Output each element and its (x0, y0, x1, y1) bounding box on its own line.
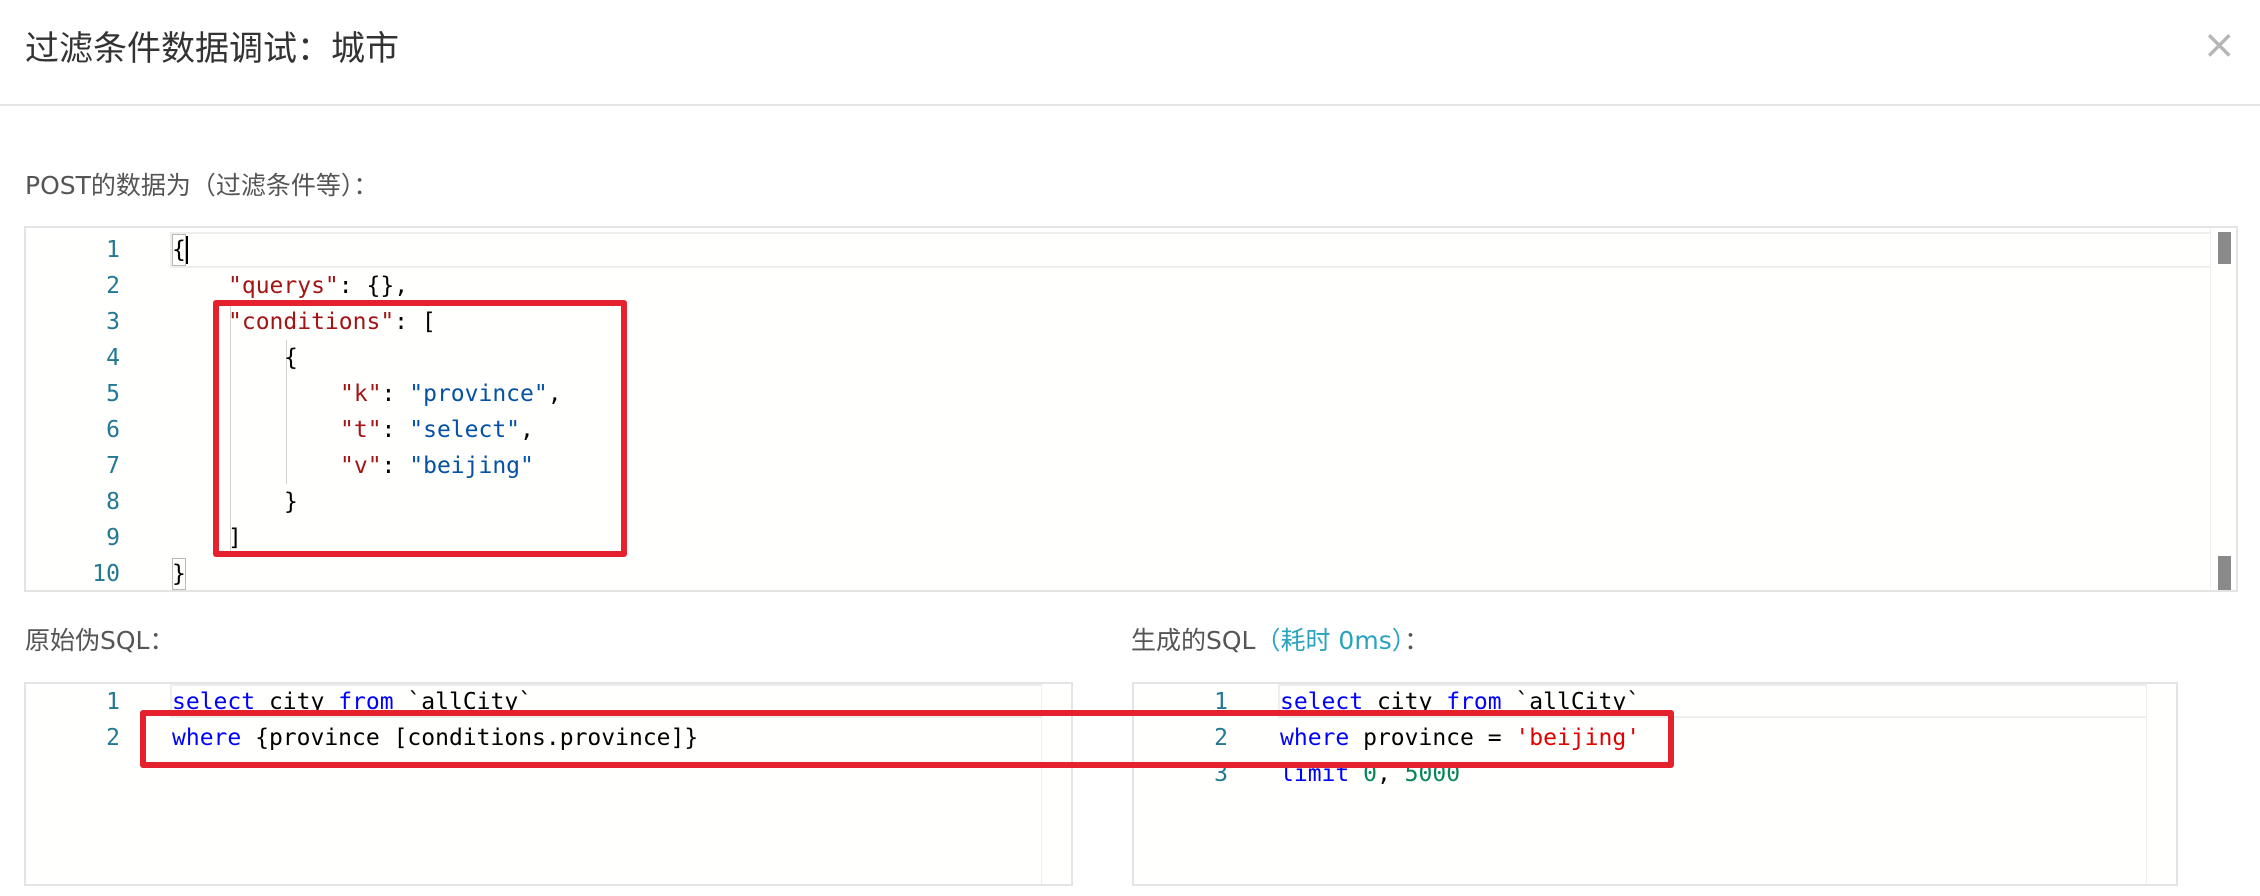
vertical-scrollbar[interactable] (2146, 684, 2176, 884)
scrollbar-marker (2218, 232, 2231, 264)
code-line: } (172, 561, 186, 587)
line-number-gutter: 1 2 3 4 5 6 7 8 9 10 (26, 228, 156, 590)
line-number: 1 (106, 237, 120, 263)
vertical-scrollbar[interactable] (2210, 228, 2236, 590)
line-number-gutter: 1 2 (26, 684, 156, 884)
line-number: 4 (106, 345, 120, 371)
annotation-box-conditions (213, 300, 627, 557)
code-line: "querys": {}, (228, 273, 409, 299)
raw-sql-label: 原始伪SQL： (25, 626, 175, 655)
line-number: 9 (106, 525, 120, 551)
line-number: 3 (106, 309, 120, 335)
line-number: 8 (106, 489, 120, 515)
generated-sql-label-text: 生成的SQL (1131, 626, 1256, 655)
line-number: 6 (106, 417, 120, 443)
close-icon[interactable]: × (2202, 22, 2236, 68)
line-number: 10 (92, 561, 120, 587)
elapsed-time-text: （耗时 0ms） (1255, 626, 1405, 655)
line-number: 2 (106, 725, 120, 751)
text-cursor (186, 236, 188, 264)
label-colon: ： (1404, 626, 1430, 655)
line-number: 5 (106, 381, 120, 407)
generated-sql-label: 生成的SQL（耗时 0ms）： (1131, 624, 1429, 658)
current-line-highlight (170, 232, 2230, 268)
dialog-header: 过滤条件数据调试：城市 × (0, 0, 2260, 106)
post-data-label: POST的数据为（过滤条件等）： (25, 171, 379, 200)
scrollbar-marker (2218, 556, 2231, 590)
annotation-box-where (140, 710, 1674, 768)
line-number: 1 (106, 689, 120, 715)
dialog-title: 过滤条件数据调试：城市 (25, 29, 399, 69)
line-number: 7 (106, 453, 120, 479)
line-number: 2 (106, 273, 120, 299)
code-line: { (172, 237, 186, 263)
